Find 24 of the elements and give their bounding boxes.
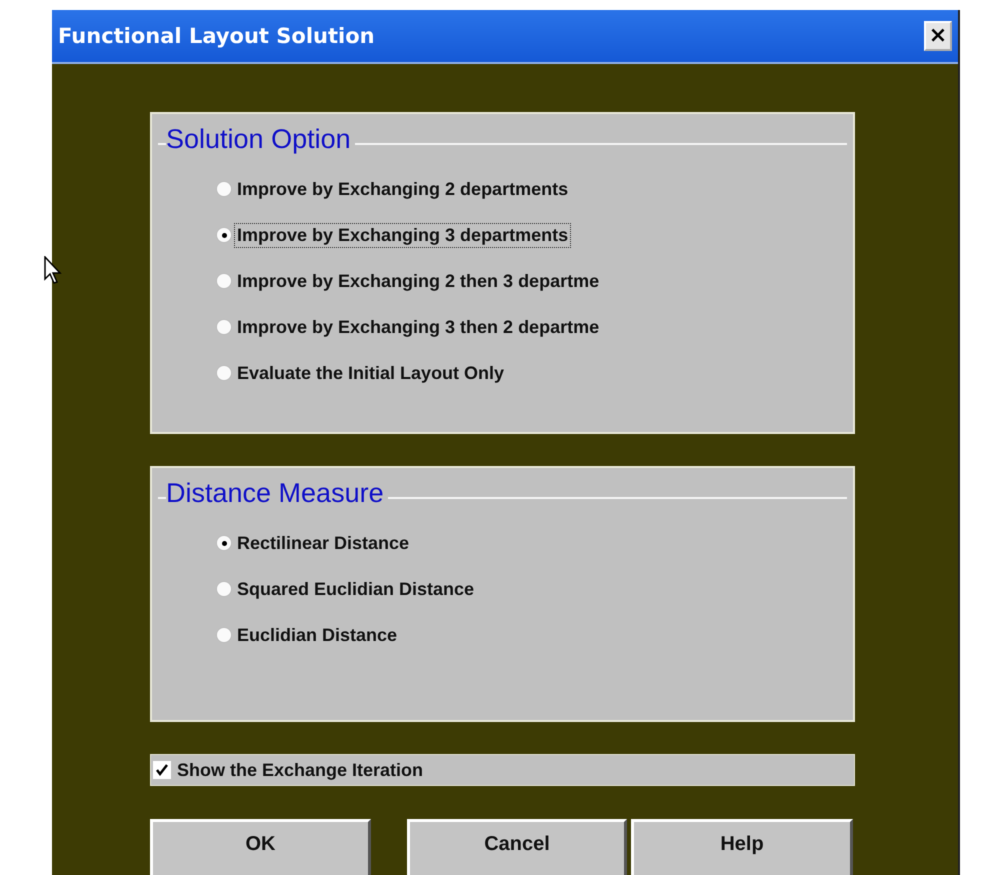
dialog-button[interactable]: OK <box>150 819 371 875</box>
option-label[interactable]: Improve by Exchanging 2 then 3 departme <box>235 270 602 292</box>
close-button[interactable]: × <box>924 21 952 51</box>
radio-button[interactable] <box>216 227 232 243</box>
mouse-pointer-icon <box>44 256 62 284</box>
radio-button[interactable] <box>216 273 232 289</box>
radio-button[interactable] <box>216 627 232 643</box>
window-title: Functional Layout Solution <box>58 24 375 48</box>
option-label[interactable]: Evaluate the Initial Layout Only <box>235 362 506 384</box>
checkbox[interactable] <box>153 761 171 779</box>
radio-button[interactable] <box>216 581 232 597</box>
option-label[interactable]: Improve by Exchanging 3 departments <box>235 224 570 246</box>
radio-button[interactable] <box>216 181 232 197</box>
option-label[interactable]: Squared Euclidian Distance <box>235 578 476 600</box>
option-label[interactable]: Improve by Exchanging 2 departments <box>235 178 570 200</box>
radio-button[interactable] <box>216 535 232 551</box>
option-label[interactable]: Euclidian Distance <box>235 624 400 646</box>
radio-button[interactable] <box>216 365 232 381</box>
option-label[interactable]: Improve by Exchanging 3 then 2 departme <box>235 316 602 338</box>
radio-button[interactable] <box>216 319 232 335</box>
checkbox-label[interactable]: Show the Exchange Iteration <box>175 758 426 782</box>
option-label[interactable]: Rectilinear Distance <box>235 532 412 554</box>
dialog-button[interactable]: Cancel <box>407 819 627 875</box>
dialog-button[interactable]: Help <box>631 819 853 875</box>
